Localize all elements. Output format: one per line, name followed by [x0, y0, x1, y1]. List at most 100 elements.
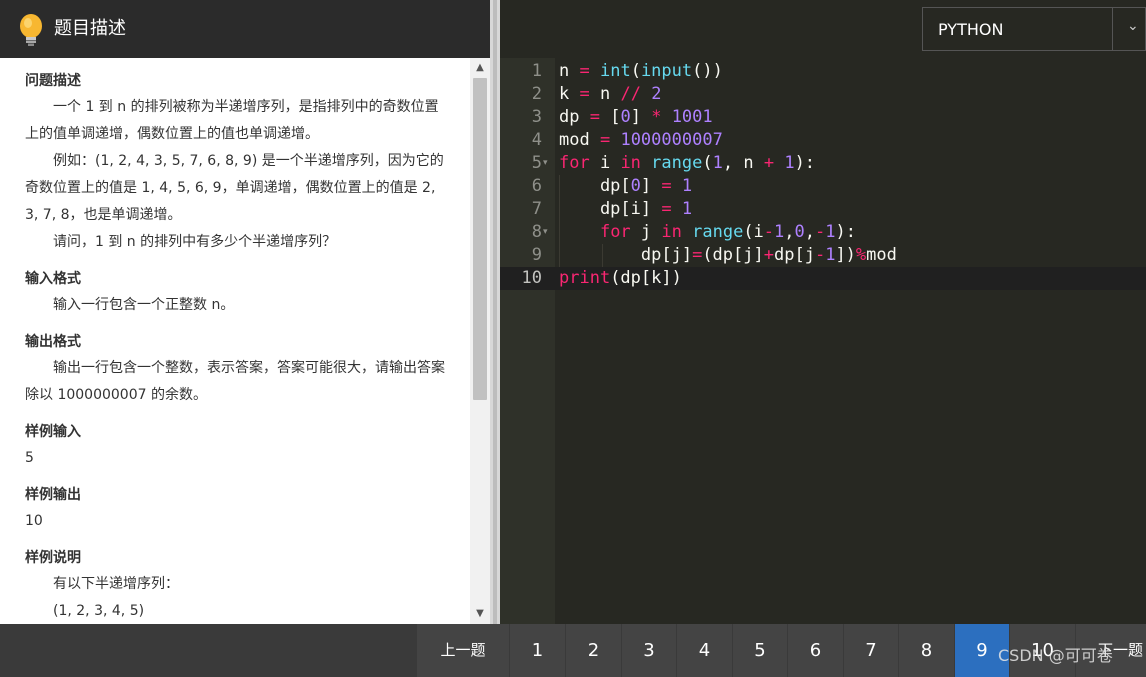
code-token: in — [661, 222, 682, 242]
code-token: dp[ — [559, 176, 631, 196]
code-token: n — [589, 84, 621, 104]
code-token: k — [559, 84, 580, 104]
code-token: // — [620, 84, 641, 104]
problem-scrollbar[interactable]: ▲ ▼ — [470, 58, 490, 624]
page-button-1[interactable]: 1 — [509, 624, 565, 677]
line-number: 4 — [531, 130, 542, 150]
code-token: dp[i] — [559, 199, 662, 219]
code-token: + — [763, 245, 774, 265]
code-token: in — [620, 153, 641, 173]
splitter-handle[interactable] — [493, 0, 497, 677]
section-title-sample-explanation: 样例说明 — [25, 550, 81, 566]
section-title-input-format: 输入格式 — [25, 271, 81, 287]
problem-header-title: 题目描述 — [54, 18, 126, 39]
code-token: 0 — [630, 176, 641, 196]
code-token: (i — [743, 222, 764, 242]
page-button-7[interactable]: 7 — [843, 624, 898, 677]
code-token: 1 — [784, 153, 795, 173]
code-token: (dp[k]) — [610, 268, 682, 288]
code-line: k = n // 2 — [559, 83, 661, 106]
page-button-8[interactable]: 8 — [898, 624, 954, 677]
code-token: , — [804, 222, 816, 242]
code-token: , — [784, 222, 795, 242]
code-token: dp[j] — [559, 245, 693, 265]
line-number: 10 — [521, 268, 542, 288]
code-token: input — [640, 61, 693, 81]
code-token: = — [661, 176, 672, 196]
code-token: dp[j — [773, 245, 815, 265]
code-token: 2 — [651, 84, 662, 104]
page-button-2[interactable]: 2 — [565, 624, 621, 677]
code-token: - — [814, 245, 826, 265]
fold-arrow-icon[interactable]: ▾ — [543, 152, 548, 175]
sample-input-value: 5 — [25, 450, 34, 466]
sample-explanation-text: (1, 2, 3, 4, 5) — [53, 603, 145, 619]
code-token: 1 — [825, 222, 836, 242]
code-token: 1 — [825, 245, 836, 265]
code-token: i — [589, 153, 621, 173]
code-token: ( — [630, 61, 641, 81]
line-number: 6 — [531, 176, 542, 196]
line-number: 2 — [531, 84, 542, 104]
code-token: ()) — [692, 61, 723, 81]
code-line: dp[i] = 1 — [559, 198, 692, 221]
code-token: = — [589, 107, 600, 127]
code-token: ]) — [835, 245, 856, 265]
code-token: 1 — [681, 176, 693, 196]
scroll-up-arrow-icon[interactable]: ▲ — [473, 61, 487, 75]
code-token: = — [692, 245, 703, 265]
line-number: 3 — [531, 107, 542, 127]
code-token: [ — [599, 107, 621, 127]
code-token: range — [692, 222, 744, 242]
page-button-5[interactable]: 5 — [732, 624, 787, 677]
fold-arrow-icon[interactable]: ▾ — [543, 221, 548, 244]
sample-explanation-text: 有以下半递增序列： — [53, 576, 179, 592]
code-line: dp = [0] * 1001 — [559, 106, 713, 129]
lightbulb-icon — [20, 14, 42, 46]
chevron-down-icon[interactable]: ⌄ — [1127, 18, 1139, 34]
input-format-text: 输入一行包含一个正整数 n。 — [53, 297, 235, 313]
code-token: + — [763, 153, 775, 173]
code-token: dp — [559, 107, 590, 127]
code-token: ( — [702, 153, 713, 173]
language-select[interactable]: PYTHON ⌄ — [922, 7, 1146, 51]
code-token: - — [763, 222, 775, 242]
section-title-sample-output: 样例输出 — [25, 487, 81, 503]
panel-splitter[interactable] — [490, 0, 500, 677]
problem-panel: 问题描述 一个 1 到 n 的排列被称为半递增序列，是指排列中的奇数位置上的值单… — [0, 58, 490, 624]
prev-question-button[interactable]: 上一题 — [416, 624, 509, 677]
code-token: ] — [640, 176, 662, 196]
code-token: mod — [559, 130, 600, 150]
code-token: range — [651, 153, 703, 173]
problem-content: 问题描述 一个 1 到 n 的排列被称为半递增序列，是指排列中的奇数位置上的值单… — [25, 68, 445, 624]
description-paragraph: 例如：(1, 2, 4, 3, 5, 7, 6, 8, 9) 是一个半递增序列，… — [25, 153, 444, 223]
code-token: ): — [794, 153, 816, 173]
code-token: , n — [722, 153, 764, 173]
page-button-3[interactable]: 3 — [621, 624, 676, 677]
description-paragraph: 请问，1 到 n 的排列中有多少个半递增序列？ — [53, 234, 337, 250]
code-line: for i in range(1, n + 1): — [559, 152, 815, 175]
page-button-4[interactable]: 4 — [676, 624, 732, 677]
page-button-6[interactable]: 6 — [787, 624, 843, 677]
code-line: dp[0] = 1 — [559, 175, 692, 198]
code-token: 1001 — [671, 107, 713, 127]
section-title-sample-input: 样例输入 — [25, 424, 81, 440]
code-token: = — [579, 61, 590, 81]
line-number: 8 — [531, 222, 542, 242]
select-divider — [1112, 8, 1113, 50]
code-token: - — [815, 222, 826, 242]
code-token: ] — [630, 107, 652, 127]
scroll-down-arrow-icon[interactable]: ▼ — [473, 607, 487, 621]
scrollbar-thumb[interactable] — [473, 78, 487, 400]
section-title-description: 问题描述 — [25, 73, 81, 89]
line-number: 5 — [531, 153, 542, 173]
code-line: mod = 1000000007 — [559, 129, 723, 152]
output-format-text: 输出一行包含一个整数，表示答案，答案可能很大，请输出答案除以 100000000… — [25, 360, 445, 403]
line-number: 1 — [531, 61, 542, 81]
section-title-output-format: 输出格式 — [25, 334, 81, 350]
code-token: n — [559, 61, 580, 81]
